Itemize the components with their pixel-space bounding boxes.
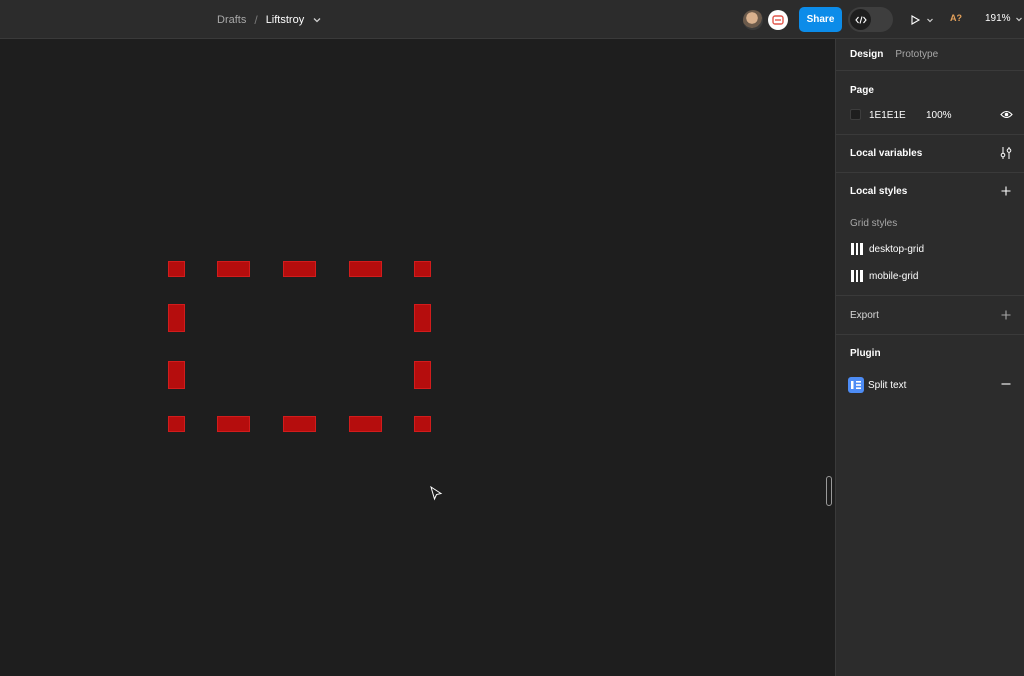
plus-icon[interactable] (1001, 186, 1011, 196)
page-color-hex[interactable]: 1E1E1E (869, 110, 906, 121)
share-button[interactable]: Share (799, 7, 842, 32)
frame-dash-segment[interactable] (283, 261, 316, 277)
plugin-icon (848, 377, 864, 393)
zoom-level: 191% (985, 13, 1011, 24)
frame-dash-segment[interactable] (414, 261, 431, 277)
page-opacity[interactable]: 100% (926, 110, 952, 121)
zoom-menu[interactable]: 191% (985, 13, 1024, 24)
grid-style-icon (851, 243, 863, 255)
file-name[interactable]: Liftstroy (266, 14, 305, 26)
frame-dash-segment[interactable] (283, 416, 316, 432)
plugin-item-split-text[interactable]: Split text (868, 380, 906, 391)
frame-dash-segment[interactable] (414, 304, 431, 332)
design-panel: Design Prototype Page 1E1E1E 100% Local … (835, 39, 1024, 676)
toggle-knob (850, 9, 871, 30)
present-button[interactable] (909, 12, 935, 28)
divider (836, 295, 1024, 296)
style-item-mobile-grid[interactable]: mobile-grid (869, 271, 918, 282)
frame-dash-segment[interactable] (168, 416, 185, 432)
divider (836, 70, 1024, 71)
play-icon (911, 15, 921, 25)
frame-dash-segment[interactable] (217, 261, 250, 277)
top-toolbar: Drafts / Liftstroy Share A? 191% (0, 0, 1024, 39)
chevron-down-icon[interactable] (312, 15, 322, 25)
export-title: Export (850, 310, 879, 321)
plus-icon[interactable] (1001, 310, 1011, 320)
dev-mode-toggle[interactable] (848, 7, 893, 32)
frame-dash-segment[interactable] (168, 304, 185, 332)
pointer-cursor-icon (430, 486, 443, 501)
frame-dash-segment[interactable] (168, 361, 185, 389)
panel-tabs: Design Prototype (850, 49, 938, 60)
frame-dash-segment[interactable] (414, 361, 431, 389)
frame-dash-segment[interactable] (349, 261, 382, 277)
chevron-down-icon (1015, 17, 1022, 21)
avatar-badge-icon (772, 15, 784, 25)
minus-icon[interactable] (1001, 379, 1011, 389)
frame-dash-segment[interactable] (414, 416, 431, 432)
split-text-icon (851, 381, 861, 389)
page-color-swatch[interactable] (850, 109, 861, 120)
variables-adjust-icon[interactable] (1000, 146, 1012, 160)
vertical-scrollbar[interactable] (826, 476, 832, 506)
divider (836, 334, 1024, 335)
grid-styles-label: Grid styles (850, 218, 898, 229)
frame-dash-segment[interactable] (168, 261, 185, 277)
code-icon (854, 15, 867, 24)
user-avatar[interactable] (768, 10, 788, 30)
breadcrumb-drafts-link[interactable]: Drafts (217, 14, 246, 26)
eye-icon[interactable] (1000, 109, 1013, 120)
style-item-desktop-grid[interactable]: desktop-grid (869, 244, 924, 255)
frame-dash-segment[interactable] (349, 416, 382, 432)
tab-design[interactable]: Design (850, 49, 883, 60)
collaborator-avatar[interactable] (743, 10, 763, 30)
chevron-down-icon[interactable] (925, 15, 935, 25)
plugin-section-title: Plugin (850, 348, 881, 359)
breadcrumb-separator: / (254, 13, 258, 27)
assistant-badge[interactable]: A? (950, 13, 962, 23)
page-section-title: Page (850, 85, 874, 96)
frame-dash-segment[interactable] (217, 416, 250, 432)
design-canvas[interactable] (0, 39, 835, 676)
local-styles-title: Local styles (850, 186, 908, 197)
breadcrumb: Drafts / Liftstroy (217, 12, 322, 28)
divider (836, 172, 1024, 173)
divider (836, 134, 1024, 135)
tab-prototype[interactable]: Prototype (895, 49, 938, 60)
grid-style-icon (851, 270, 863, 282)
local-variables-title: Local variables (850, 148, 923, 159)
